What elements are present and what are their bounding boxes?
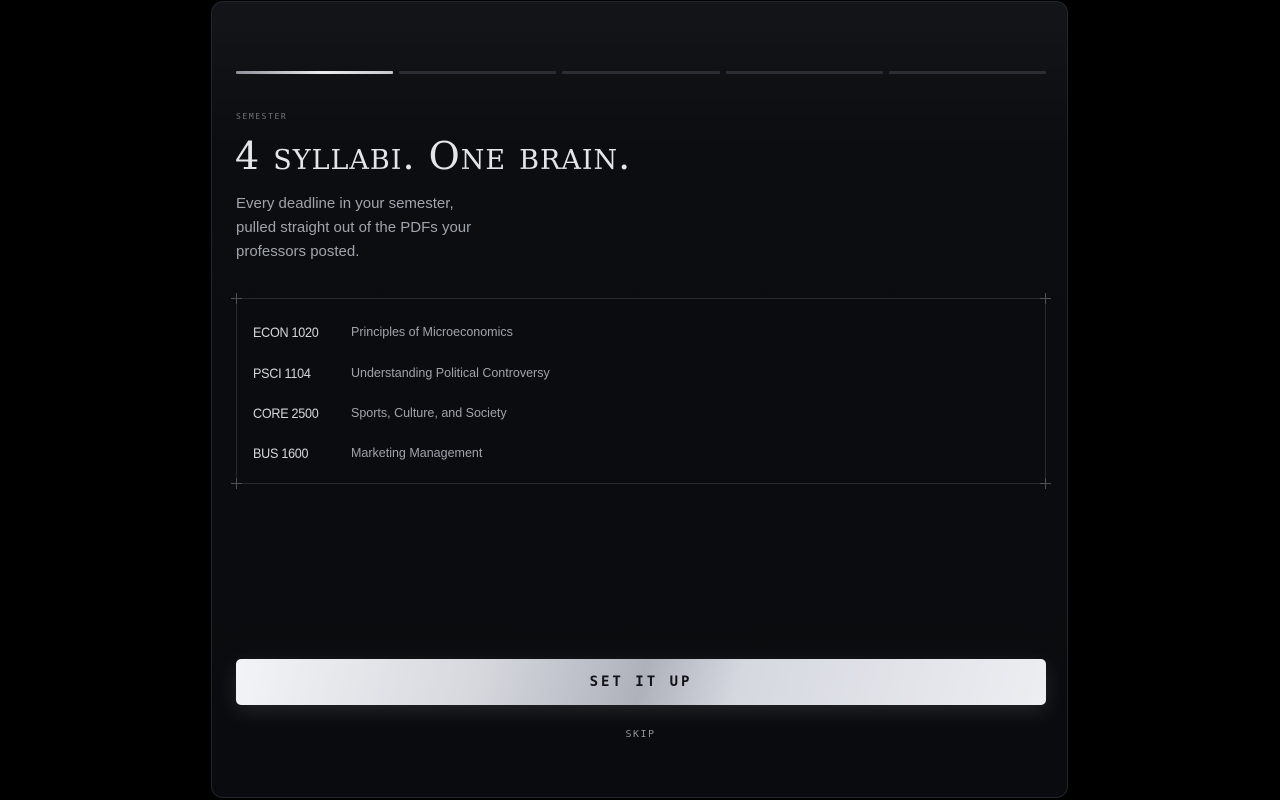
course-name: Understanding Political Controversy: [351, 366, 550, 380]
course-code: PSCI 1104: [253, 365, 311, 381]
course-name: Marketing Management: [351, 446, 483, 460]
page-title: 4 syllabi. One brain.: [235, 134, 632, 178]
skip-link[interactable]: SKIP: [212, 729, 1067, 740]
course-code: ECON 1020: [253, 324, 319, 340]
page-subtitle: Every deadline in your semester, pulled …: [236, 195, 472, 260]
list-item: CORE 2500 Sports, Culture, and Society: [253, 403, 507, 423]
step-progress-bar: [236, 71, 1047, 74]
onboarding-card: SEMESTER 4 syllabi. One brain. Every dea…: [211, 1, 1068, 798]
list-item: PSCI 1104 Understanding Political Contro…: [253, 363, 550, 383]
progress-segment-3: [562, 71, 720, 74]
section-eyebrow: SEMESTER: [236, 112, 288, 121]
corner-crosshair-icon: [231, 478, 242, 489]
course-list: ECON 1020 Principles of Microeconomics P…: [231, 293, 1051, 489]
list-item: ECON 1020 Principles of Microeconomics: [253, 322, 513, 342]
course-code: CORE 2500: [253, 405, 319, 421]
course-name: Sports, Culture, and Society: [351, 406, 507, 420]
progress-segment-2: [399, 71, 557, 74]
corner-crosshair-icon: [231, 293, 242, 304]
course-code: BUS 1600: [253, 445, 309, 461]
course-name: Principles of Microeconomics: [351, 325, 513, 339]
corner-crosshair-icon: [1040, 293, 1051, 304]
list-item: BUS 1600 Marketing Management: [253, 443, 482, 463]
corner-crosshair-icon: [1040, 478, 1051, 489]
set-it-up-button[interactable]: SET IT UP: [236, 659, 1046, 705]
progress-segment-1: [236, 71, 394, 74]
progress-segment-5: [888, 71, 1047, 74]
progress-segment-4: [725, 71, 883, 74]
